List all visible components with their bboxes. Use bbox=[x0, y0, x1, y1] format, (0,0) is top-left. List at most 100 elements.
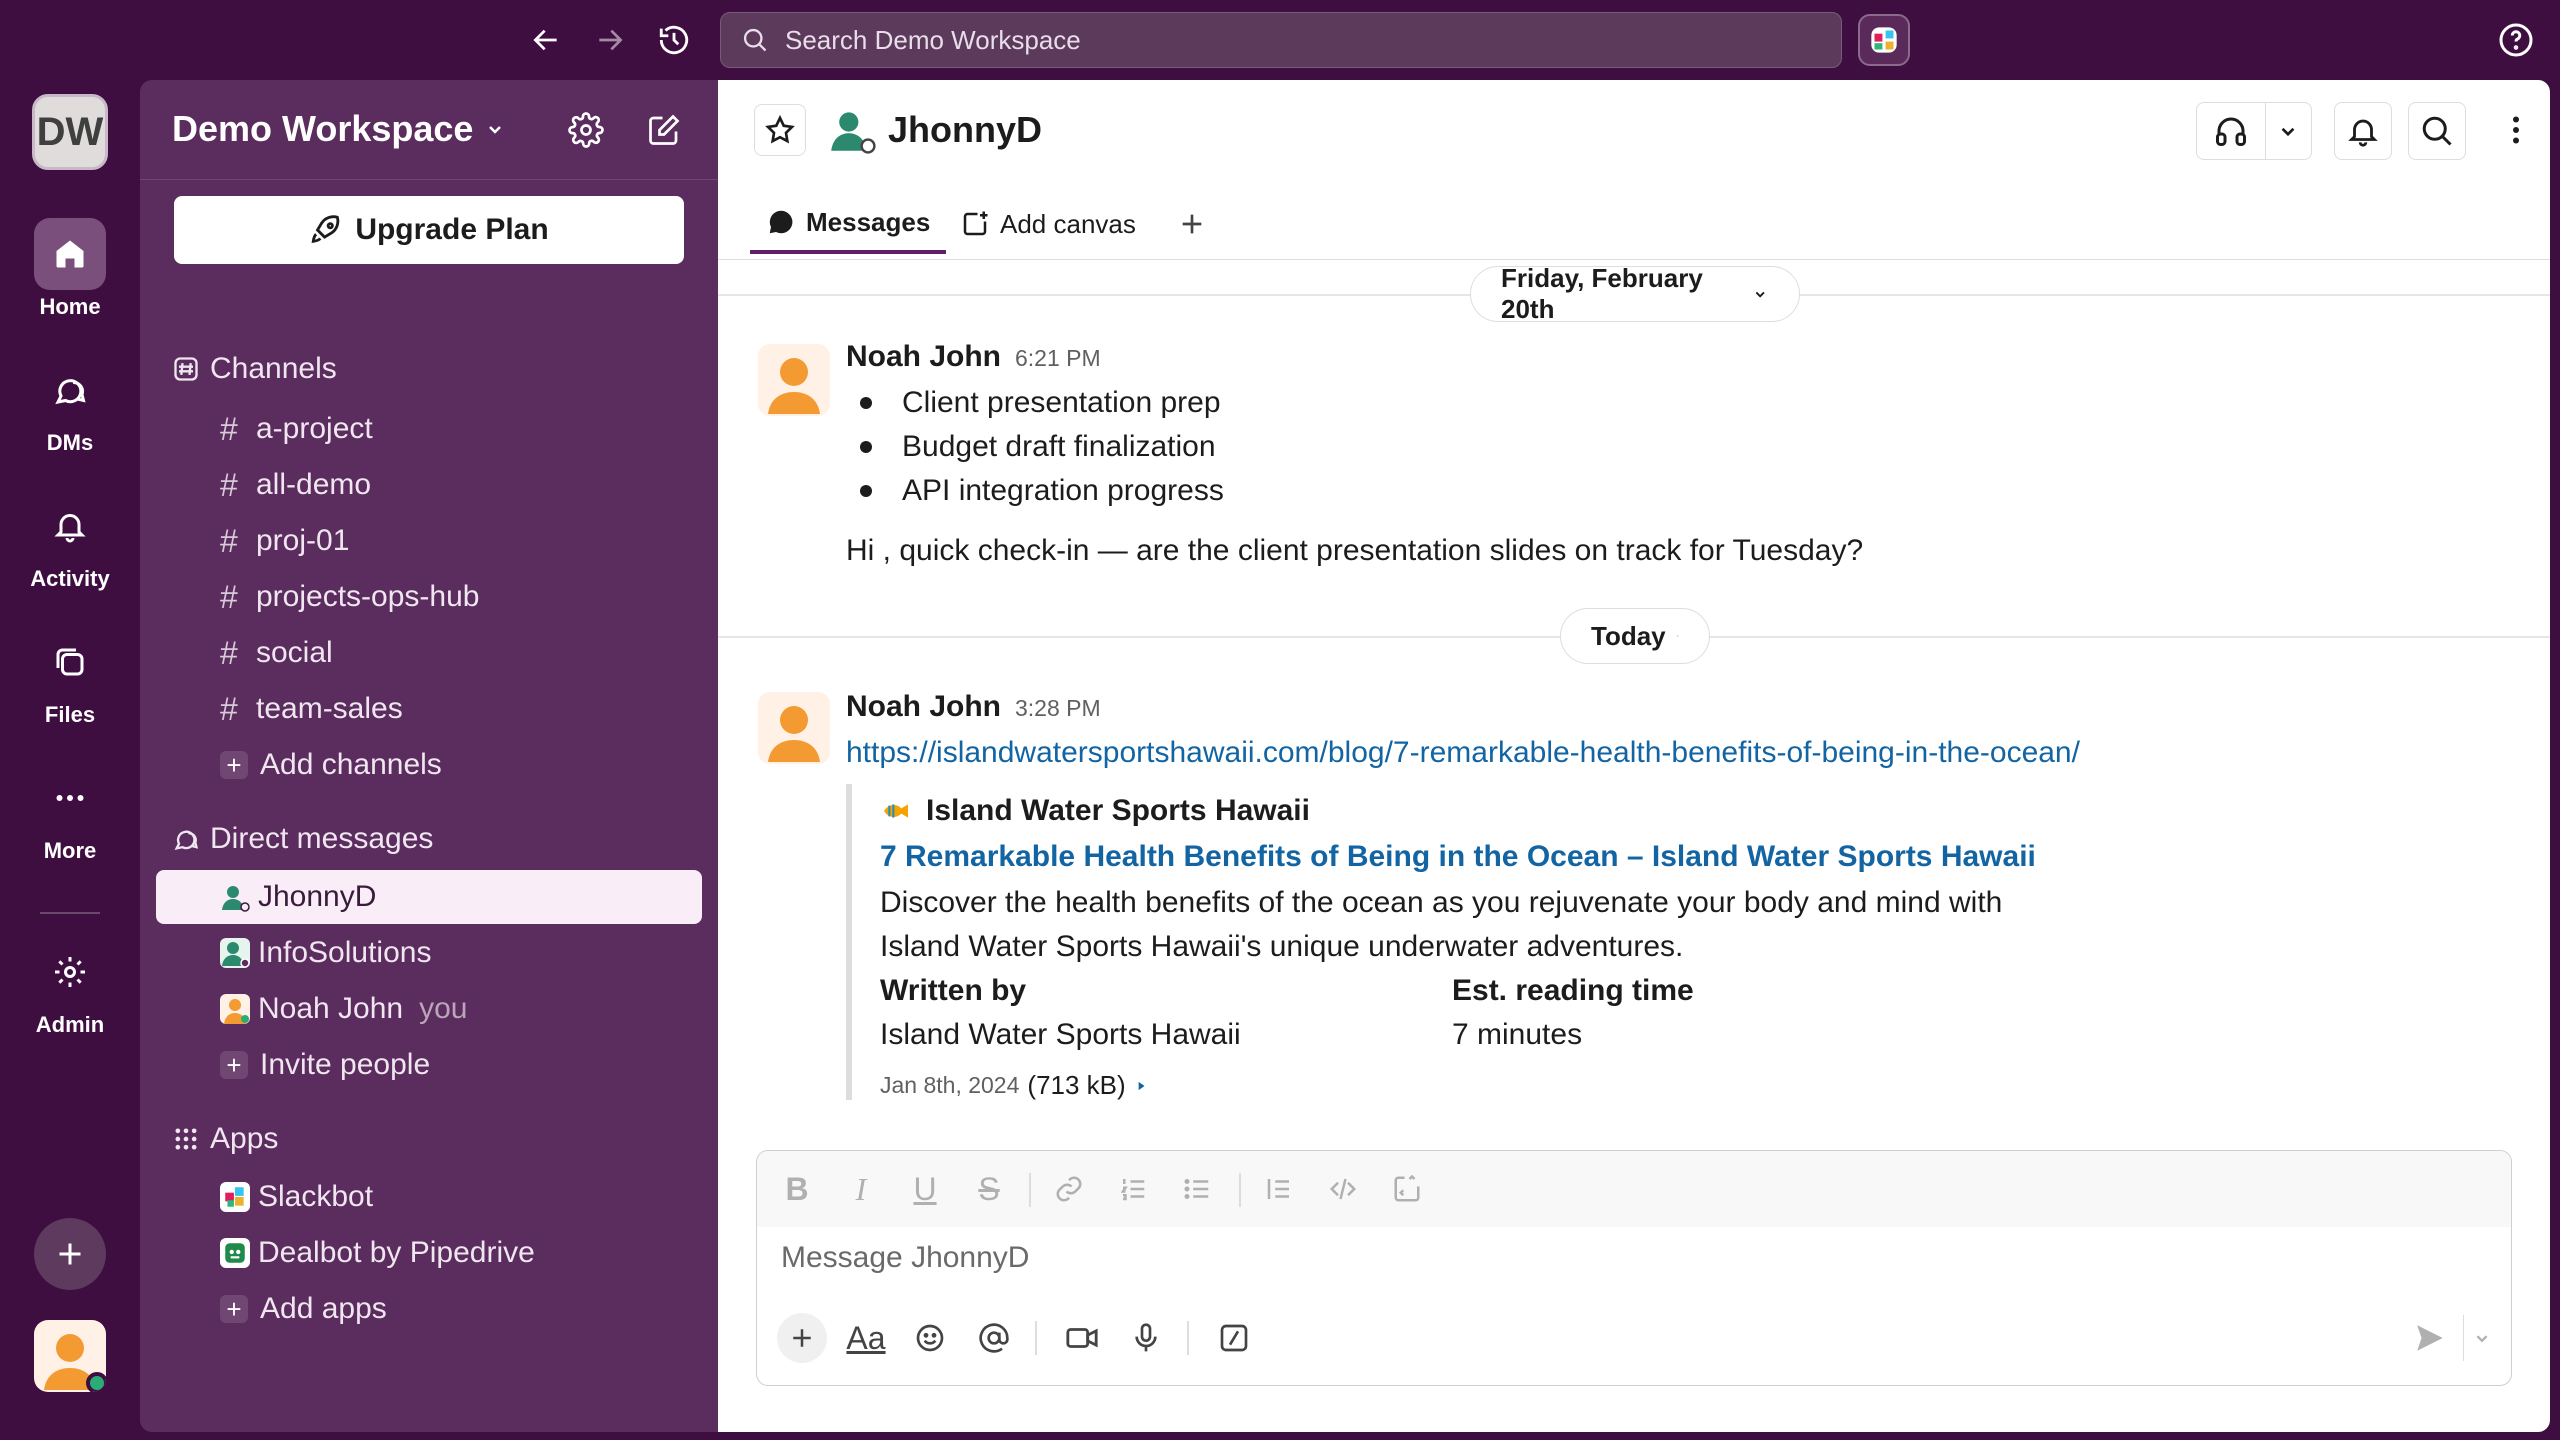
star-button[interactable] bbox=[754, 104, 806, 156]
text-format-button[interactable]: Aa bbox=[841, 1313, 891, 1363]
rail-item-home[interactable]: Home bbox=[0, 218, 140, 320]
arrow-left-icon bbox=[533, 29, 557, 51]
message-author[interactable]: Noah John bbox=[846, 690, 1001, 724]
search-input[interactable]: Search Demo Workspace bbox=[720, 12, 1842, 68]
code-icon[interactable] bbox=[1323, 1169, 1363, 1209]
sidebar-header: Demo Workspace bbox=[140, 80, 718, 180]
workspace-settings-button[interactable] bbox=[562, 106, 610, 154]
chevron-down-icon bbox=[2476, 1335, 2487, 1343]
back-button[interactable] bbox=[524, 18, 568, 62]
date-divider-button[interactable]: Friday, February 20th bbox=[1470, 263, 1800, 324]
forward-button[interactable] bbox=[588, 18, 632, 62]
bullet-list-icon[interactable] bbox=[1177, 1169, 1217, 1209]
preview-title-link[interactable]: 7 Remarkable Health Benefits of Being in… bbox=[880, 840, 2036, 874]
workspace-avatar[interactable]: DW bbox=[32, 94, 108, 170]
preview-meta[interactable]: Jan 8th, 2024 (713 kB) bbox=[880, 1070, 1148, 1101]
invite-people-button[interactable]: + Invite people bbox=[156, 1038, 702, 1092]
arrow-right-icon bbox=[599, 29, 623, 51]
rail-item-files[interactable]: Files bbox=[0, 626, 140, 728]
add-apps-button[interactable]: + Add apps bbox=[156, 1282, 702, 1336]
message-avatar[interactable] bbox=[758, 692, 830, 764]
person-icon bbox=[220, 938, 250, 968]
shortcuts-button[interactable] bbox=[1209, 1313, 1259, 1363]
help-button[interactable] bbox=[2496, 20, 2536, 60]
star-icon bbox=[765, 114, 795, 144]
dm-item-noah-john[interactable]: Noah John you bbox=[156, 982, 702, 1036]
slackbot-icon bbox=[220, 1182, 250, 1212]
search-in-channel-button[interactable] bbox=[2408, 102, 2466, 160]
link-icon[interactable] bbox=[1049, 1169, 1089, 1209]
attach-button[interactable] bbox=[777, 1313, 827, 1363]
notifications-button[interactable] bbox=[2334, 102, 2392, 160]
search-placeholder: Search Demo Workspace bbox=[785, 24, 1081, 55]
huddle-options-button[interactable] bbox=[2266, 103, 2311, 159]
message-author[interactable]: Noah John bbox=[846, 340, 1001, 374]
fish-icon bbox=[884, 804, 908, 818]
compose-button[interactable] bbox=[640, 106, 688, 154]
channel-item[interactable]: # proj-01 bbox=[156, 514, 702, 568]
video-clip-button[interactable] bbox=[1057, 1313, 1107, 1363]
huddle-button[interactable] bbox=[2197, 103, 2266, 159]
add-tab-button[interactable] bbox=[1168, 200, 1216, 248]
ordered-list-icon[interactable] bbox=[1113, 1169, 1153, 1209]
more-options-button[interactable] bbox=[2492, 106, 2540, 154]
channel-item[interactable]: # team-sales bbox=[156, 682, 702, 736]
add-channels-button[interactable]: + Add channels bbox=[156, 738, 702, 792]
add-workspace-button[interactable] bbox=[34, 1218, 106, 1290]
apps-grid-icon bbox=[175, 1128, 197, 1150]
channel-item[interactable]: # all-demo bbox=[156, 458, 702, 512]
history-button[interactable] bbox=[652, 18, 696, 62]
code-block-icon[interactable] bbox=[1387, 1169, 1427, 1209]
user-avatar[interactable] bbox=[34, 1320, 106, 1392]
ai-assistant-button[interactable] bbox=[1858, 14, 1910, 66]
dm-item-infosolutions[interactable]: InfoSolutions bbox=[156, 926, 702, 980]
app-item-slackbot[interactable]: Slackbot bbox=[156, 1170, 702, 1224]
send-options-button[interactable] bbox=[2463, 1315, 2499, 1361]
list-item: API integration progress bbox=[860, 474, 1224, 508]
message-time[interactable]: 6:21 PM bbox=[1015, 345, 1101, 372]
channel-item[interactable]: # projects-ops-hub bbox=[156, 570, 702, 624]
hash-icon: # bbox=[220, 690, 238, 727]
app-item-dealbot[interactable]: Dealbot by Pipedrive bbox=[156, 1226, 702, 1280]
channel-item[interactable]: # a-project bbox=[156, 402, 702, 456]
help-icon bbox=[2499, 23, 2533, 57]
audio-clip-button[interactable] bbox=[1121, 1313, 1171, 1363]
history-icon bbox=[659, 25, 689, 55]
emoji-button[interactable] bbox=[905, 1313, 955, 1363]
search-icon bbox=[741, 26, 769, 54]
rail-item-admin[interactable]: Admin bbox=[0, 936, 140, 1038]
bold-icon[interactable]: B bbox=[777, 1169, 817, 1209]
date-divider-button[interactable]: Today bbox=[1560, 608, 1710, 664]
underline-icon[interactable]: U bbox=[905, 1169, 945, 1209]
blockquote-icon[interactable] bbox=[1259, 1169, 1299, 1209]
link-preview: Island Water Sports Hawaii 7 Remarkable … bbox=[846, 784, 2046, 1100]
mention-button[interactable] bbox=[969, 1313, 1019, 1363]
files-icon bbox=[56, 648, 84, 676]
tab-messages[interactable]: Messages bbox=[750, 194, 947, 254]
rail-item-more[interactable]: More bbox=[0, 762, 140, 864]
dm-section-header[interactable]: Direct messages bbox=[172, 822, 433, 856]
workspace-name-button[interactable]: Demo Workspace bbox=[172, 108, 507, 150]
online-status-dot bbox=[86, 1372, 106, 1392]
hash-icon: # bbox=[220, 634, 238, 671]
italic-icon[interactable]: I bbox=[841, 1169, 881, 1209]
hash-icon: # bbox=[220, 466, 238, 503]
apps-section-header[interactable]: Apps bbox=[172, 1122, 278, 1156]
dm-item-jhonnyd[interactable]: JhonnyD bbox=[156, 870, 702, 924]
strikethrough-icon[interactable]: S bbox=[969, 1169, 1009, 1209]
message-bubble-icon bbox=[769, 210, 793, 234]
message-avatar[interactable] bbox=[758, 344, 830, 416]
send-button[interactable] bbox=[2407, 1315, 2453, 1361]
channel-title[interactable]: JhonnyD bbox=[826, 106, 1042, 154]
upgrade-plan-button[interactable]: Upgrade Plan bbox=[174, 196, 684, 264]
message-link[interactable]: https://islandwatersportshawaii.com/blog… bbox=[846, 736, 2080, 770]
channel-item[interactable]: # social bbox=[156, 626, 702, 680]
message-input[interactable]: Message JhonnyD bbox=[781, 1241, 1029, 1275]
rocket-icon bbox=[311, 215, 340, 243]
rail-item-dms[interactable]: DMs bbox=[0, 354, 140, 456]
rail-item-activity[interactable]: Activity bbox=[0, 490, 140, 592]
bell-icon bbox=[54, 514, 86, 543]
channels-section-header[interactable]: Channels bbox=[172, 352, 337, 386]
tab-add-canvas[interactable]: Add canvas bbox=[960, 194, 1136, 254]
message-time[interactable]: 3:28 PM bbox=[1015, 695, 1101, 722]
